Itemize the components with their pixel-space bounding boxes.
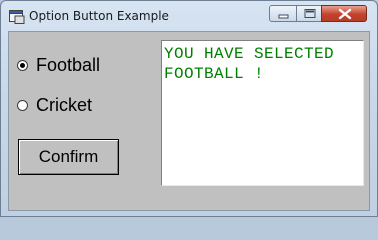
confirm-button[interactable]: Confirm [18,139,119,175]
option-football[interactable]: Football [17,54,100,76]
option-cricket[interactable]: Cricket [17,94,92,116]
title-bar[interactable]: Option Button Example [1,1,377,31]
option-cricket-label: Cricket [36,94,93,115]
minimize-button[interactable] [269,5,297,22]
option-football-label: Football [36,54,101,75]
radio-button[interactable] [17,99,28,111]
app-window: Option Button Example Football Cricket C… [0,0,378,217]
app-form-icon [9,9,25,24]
maximize-icon [304,9,316,18]
close-icon [338,8,352,20]
close-button[interactable] [321,5,367,22]
output-textbox[interactable]: YOU HAVE SELECTED FOOTBALL ! [161,40,364,186]
maximize-button[interactable] [296,5,322,22]
radio-button-selected[interactable] [17,59,28,71]
form-client-area: Football Cricket Confirm YOU HAVE SELECT… [8,31,370,211]
window-title: Option Button Example [29,9,169,23]
minimize-icon [278,14,289,19]
